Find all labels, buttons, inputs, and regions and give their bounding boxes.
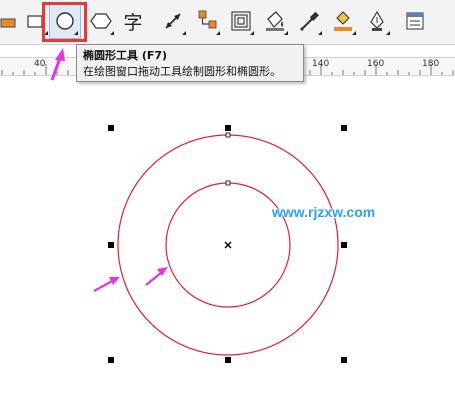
selection-handle	[108, 242, 114, 248]
ellipse-tool-highlight-frame	[42, 2, 87, 42]
center-marker-icon	[224, 241, 232, 249]
canvas-drawing	[93, 125, 347, 363]
selection-handle	[108, 125, 114, 131]
selection-handle	[225, 357, 231, 363]
connector-tool-button[interactable]	[192, 4, 222, 38]
pen-nib-button[interactable]	[362, 4, 392, 38]
selection-handle	[225, 125, 231, 131]
ruler-label: 180	[422, 59, 440, 69]
outer-circle-node[interactable]	[225, 132, 231, 138]
dimension-tool-button[interactable]	[158, 4, 188, 38]
flyout-indicator-icon	[284, 31, 288, 35]
flyout-indicator-icon	[182, 31, 186, 35]
flyout-indicator-icon	[110, 31, 114, 35]
flyout-indicator-icon	[250, 31, 254, 35]
pointer-arrow-icon	[145, 267, 168, 286]
polygon-tool-button[interactable]	[86, 4, 116, 38]
polygon-tool-icon	[90, 13, 112, 29]
watermark-text: www.rjzxw.com	[272, 204, 376, 220]
text-tool-icon: 字	[123, 11, 143, 34]
selection-handle	[108, 357, 114, 363]
text-tool-button[interactable]: 字	[118, 4, 148, 38]
partial-tool-icon	[0, 18, 16, 28]
fill-bucket-icon	[266, 11, 284, 31]
flyout-indicator-icon	[318, 31, 322, 35]
object-properties-icon	[406, 12, 424, 30]
tooltip-title: 椭圆形工具 (F7)	[83, 49, 168, 62]
selection-handle	[341, 357, 347, 363]
connector-tool-icon	[198, 10, 217, 29]
pointer-arrow-icon	[93, 277, 120, 292]
contour-tool-button[interactable]	[226, 4, 256, 38]
pen-nib-icon	[370, 10, 384, 31]
ruler-label: 140	[312, 59, 330, 69]
eyedropper-icon	[300, 11, 319, 31]
flyout-indicator-icon	[352, 31, 356, 35]
object-properties-button[interactable]	[400, 4, 430, 38]
ruler-label: 40	[34, 59, 46, 69]
selection-handle	[341, 242, 347, 248]
selection-handle	[341, 125, 347, 131]
inner-circle-node[interactable]	[225, 180, 231, 186]
ruler-label: 160	[367, 59, 385, 69]
eyedropper-button[interactable]	[294, 4, 324, 38]
interactive-fill-button[interactable]	[328, 4, 358, 38]
dimension-tool-icon	[165, 13, 181, 29]
interactive-fill-icon	[334, 11, 352, 31]
drawing-canvas[interactable]: www.rjzxw.com	[0, 75, 455, 412]
flyout-indicator-icon	[386, 31, 390, 35]
flyout-indicator-icon	[216, 31, 220, 35]
fill-bucket-button[interactable]	[260, 4, 290, 38]
contour-tool-icon	[231, 11, 251, 31]
